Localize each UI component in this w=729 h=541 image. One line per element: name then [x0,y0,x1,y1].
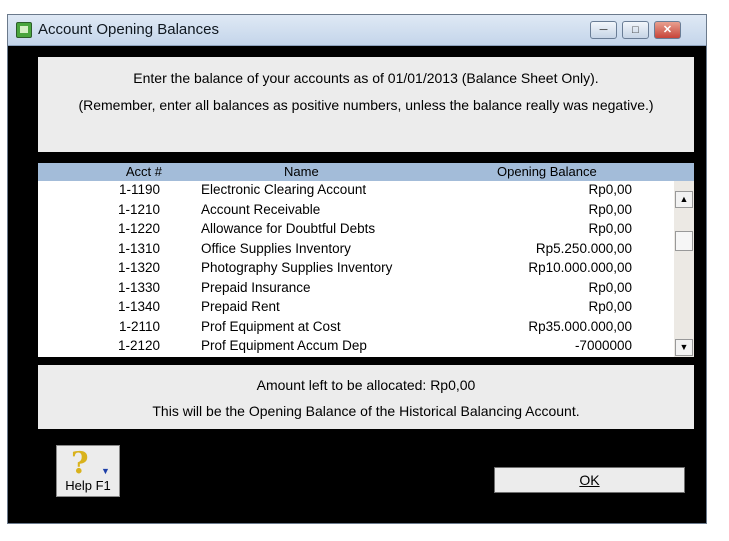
balance-cell[interactable]: Rp0,00 [588,202,632,217]
name-cell: Prof Equipment at Cost [201,318,341,334]
instruction-line-2: (Remember, enter all balances as positiv… [78,97,654,113]
acct-cell: 1-2110 [118,318,160,334]
header-acct: Acct # [125,164,162,179]
historical-balancing-text: This will be the Opening Balance of the … [152,403,580,419]
help-label: Help F1 [65,478,111,493]
name-cell: Photography Supplies Inventory [201,260,393,275]
minimize-button[interactable]: ─ [590,21,617,39]
header-balance: Opening Balance [497,164,597,179]
name-cell: Prepaid Rent [201,299,280,314]
help-dropdown-icon: ▼ [101,466,110,476]
name-cell: Account Receivable [201,201,321,217]
table-row[interactable]: 1-1310 Office Supplies Inventory Rp5.250.0… [38,240,672,260]
instructions-panel: Enter the balance of your accounts as of… [38,57,694,152]
acct-cell: 1-1190 [118,182,160,197]
acct-cell: 1-1310 [117,240,160,256]
table-row[interactable]: 1-1190 Electronic Clearing Account Rp0,00 [38,181,672,201]
ok-button[interactable]: OK [494,467,685,493]
help-question-icon: ? [71,446,89,481]
title-bar[interactable]: Account Opening Balances ─ □ ✕ [8,15,706,46]
balance-cell[interactable]: -7000000 [575,338,632,353]
table-row[interactable]: 1-1330 Prepaid Insurance Rp0,00 [38,279,672,299]
ok-label: OK [579,472,600,488]
accounts-table: Acct # Name Opening Balance 1-1190 Electr… [38,163,694,357]
table-row[interactable]: 1-1340 Prepaid Rent Rp0,00 [38,298,672,318]
balance-cell[interactable]: Rp0,00 [588,182,632,197]
allocation-panel: Amount left to be allocated: Rp0,00 This… [38,365,694,429]
maximize-button[interactable]: □ [622,21,649,39]
header-name: Name [284,164,319,179]
name-cell: Electronic Clearing Account [201,182,367,197]
table-header: Acct # Name Opening Balance [38,163,694,181]
balance-cell[interactable]: Rp0,00 [588,221,632,236]
balance-cell[interactable]: Rp35.000.000,00 [528,319,632,334]
scroll-down-icon[interactable]: ▼ [675,339,693,356]
name-cell: Allowance for Doubtful Debts [201,221,376,236]
acct-cell: 1-1210 [117,201,160,217]
acct-cell: 1-1330 [117,279,160,295]
balance-cell[interactable]: Rp10.000.000,00 [528,260,632,275]
table-row[interactable]: 1-1220 Allowance for Doubtful Debts Rp0,00 [38,220,672,240]
balance-cell[interactable]: Rp0,00 [588,299,632,314]
name-cell: Prepaid Insurance [201,279,311,295]
help-button[interactable]: ? ▼ Help F1 [56,445,120,497]
acct-cell: 1-1340 [117,299,160,314]
name-cell: Prof Equipment Accum Dep [201,338,367,353]
amount-left-text: Amount left to be allocated: Rp0,00 [256,377,476,393]
acct-cell: 1-1220 [117,221,160,236]
table-row[interactable]: 1-2120 Prof Equipment Accum Dep -7000000 [38,337,672,357]
table-row[interactable]: 1-2110 Prof Equipment at Cost Rp35.000.000… [38,318,672,338]
account-opening-balances-window: Account Opening Balances ─ □ ✕ Enter the… [7,14,707,524]
table-rows: 1-1190 Electronic Clearing Account Rp0,00 … [38,181,672,357]
acct-cell: 1-2120 [117,338,160,353]
scroll-thumb[interactable] [675,231,693,251]
vertical-scrollbar[interactable]: ▲ ▼ [674,181,694,357]
name-cell: Office Supplies Inventory [201,240,351,256]
instruction-line-1: Enter the balance of your accounts as of… [133,70,599,86]
balance-cell[interactable]: Rp0,00 [588,280,632,295]
app-icon [16,22,32,38]
table-row[interactable]: 1-1210 Account Receivable Rp0,00 [38,201,672,221]
acct-cell: 1-1320 [117,260,160,275]
table-row[interactable]: 1-1320 Photography Supplies Inventory Rp10… [38,259,672,279]
close-button[interactable]: ✕ [654,21,681,39]
balance-cell[interactable]: Rp5.250.000,00 [536,241,632,256]
scroll-up-icon[interactable]: ▲ [675,191,693,208]
window-title: Account Opening Balances [38,21,219,38]
